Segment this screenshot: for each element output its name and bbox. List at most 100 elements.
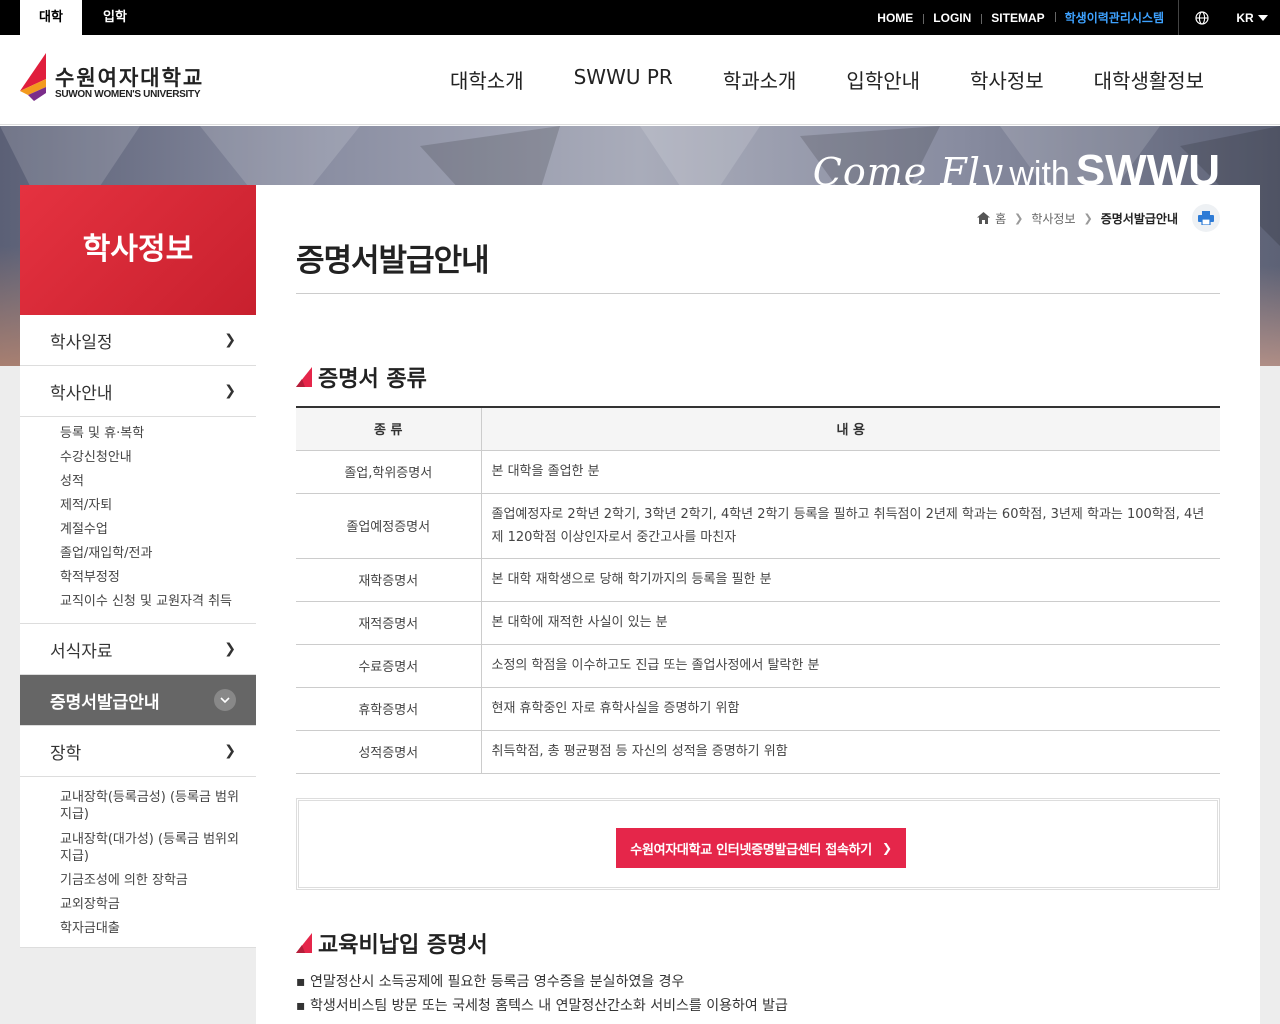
cert-type: 졸업,학위증명서 [296, 450, 482, 494]
submenu-item[interactable]: 교내장학(대가성) (등록금 범위외 지급) [60, 827, 246, 869]
section-mark-icon [296, 933, 312, 953]
university-logo[interactable]: 수원여자대학교 SUWON WOMEN'S UNIVERSITY [20, 53, 210, 103]
submenu-item[interactable]: 학적부정정 [60, 566, 256, 590]
chevron-right-icon: ❯ [224, 743, 236, 759]
cert-type: 성적증명서 [296, 730, 482, 774]
chevron-right-icon: ❯ [881, 841, 892, 855]
list-item: ▪ 연말정산시 소득공제에 필요한 등록금 영수증을 분실하였을 경우 [296, 974, 685, 990]
page-title: 증명서발급안내 [296, 243, 490, 279]
submenu-item[interactable]: 교직이수 신청 및 교원자격 취득 [60, 590, 256, 614]
section-mark-icon [296, 367, 312, 387]
list-item-text: 연말정산시 소득공제에 필요한 등록금 영수증을 분실하였을 경우 [309, 974, 685, 990]
table-header-content: 내 용 [481, 407, 1220, 451]
section-title-certificate-types: 증명서 종류 [296, 361, 427, 393]
sidebar-submenu-scholarship: 교내장학(등록금성) (등록금 범위 지급) 교내장학(대가성) (등록금 범위… [20, 777, 256, 948]
sidebar-item-forms[interactable]: 서식자료 ❯ [20, 624, 256, 675]
tab-admission[interactable]: 입학 [82, 0, 148, 35]
logo-korean-name: 수원여자대학교 [55, 66, 205, 90]
certificate-center-box: 수원여자대학교 인터넷증명발급센터 접속하기 ❯ [296, 798, 1220, 890]
section-title-text: 증명서 종류 [318, 367, 427, 392]
sidebar-menu: 학사일정 ❯ 학사안내 ❯ 등록 및 휴·복학 수강신청안내 성적 제적/자퇴 … [20, 315, 256, 948]
chevron-right-icon: ❯ [1083, 211, 1093, 225]
cert-type: 졸업예정증명서 [296, 493, 482, 559]
chevron-right-icon: ❯ [224, 383, 236, 399]
nav-departments[interactable]: 학과소개 [723, 65, 797, 94]
nav-about[interactable]: 대학소개 [450, 65, 524, 94]
tuition-bullet-list: ▪ 연말정산시 소득공제에 필요한 등록금 영수증을 분실하였을 경우 ▪ 학생… [296, 970, 788, 1018]
cert-type: 재학증명서 [296, 558, 482, 602]
table-row: 성적증명서 취득학점, 총 평균평점 등 자신의 성적을 증명하기 위함 [296, 730, 1220, 774]
logo-english-name: SUWON WOMEN'S UNIVERSITY [55, 89, 201, 100]
table-row: 졸업예정증명서 졸업예정자로 2학년 2학기, 3학년 2학기, 4학년 2학기… [296, 493, 1220, 559]
student-record-system-link[interactable]: 학생이력관리시스템 [1054, 9, 1176, 26]
caret-down-icon [1257, 14, 1268, 21]
main-navigation: 대학소개 SWWU PR 학과소개 입학안내 학사정보 대학생활정보 [425, 65, 1229, 94]
cert-type: 휴학증명서 [296, 687, 482, 731]
nav-admission[interactable]: 입학안내 [846, 65, 920, 94]
top-utility-bar: 대학 입학 HOME LOGIN SITEMAP 학생이력관리시스템 KR [0, 0, 1280, 35]
sidebar-item-label: 학사안내 [50, 383, 113, 404]
submenu-item[interactable]: 성적 [60, 470, 256, 494]
breadcrumb-academic[interactable]: 학사정보 [1031, 210, 1075, 227]
home-link[interactable]: HOME [867, 11, 923, 25]
cert-desc: 졸업예정자로 2학년 2학기, 3학년 2학기, 4학년 2학기 등록을 필하고… [481, 493, 1220, 559]
cert-desc: 취득학점, 총 평균평점 등 자신의 성적을 증명하기 위함 [481, 730, 1220, 774]
submenu-item[interactable]: 졸업/재입학/전과 [60, 542, 256, 566]
cert-desc: 소정의 학점을 이수하고도 진급 또는 졸업사정에서 탈락한 분 [481, 644, 1220, 688]
table-header-type: 종 류 [296, 407, 482, 451]
table-row: 휴학증명서 현재 휴학중인 자로 휴학사실을 증명하기 위함 [296, 687, 1220, 731]
print-icon[interactable] [1192, 204, 1220, 232]
sidebar-item-scholarship[interactable]: 장학 ❯ [20, 726, 256, 777]
title-divider [296, 293, 1220, 294]
table-row: 졸업,학위증명서 본 대학을 졸업한 분 [296, 450, 1220, 494]
chevron-right-icon: ❯ [1014, 211, 1024, 225]
submenu-item[interactable]: 수강신청안내 [60, 446, 256, 470]
submenu-item[interactable]: 학자금대출 [60, 917, 246, 941]
sidebar-item-label: 서식자료 [50, 641, 113, 662]
submenu-item[interactable]: 교내장학(등록금성) (등록금 범위 지급) [60, 785, 246, 827]
nav-pr[interactable]: SWWU PR [574, 65, 673, 94]
breadcrumb-home[interactable]: 홈 [995, 210, 1006, 227]
top-links: HOME LOGIN SITEMAP 학생이력관리시스템 KR [867, 0, 1280, 35]
sidebar-item-label: 증명서발급안내 [50, 692, 160, 713]
sidebar-item-certificate-guide[interactable]: 증명서발급안내 [20, 675, 256, 726]
submenu-item[interactable]: 등록 및 휴·복학 [60, 422, 256, 446]
login-link[interactable]: LOGIN [923, 11, 981, 25]
cert-desc: 본 대학에 재적한 사실이 있는 분 [481, 601, 1220, 645]
chevron-right-icon: ❯ [224, 332, 236, 348]
chevron-right-icon: ❯ [224, 641, 236, 657]
cert-desc: 본 대학을 졸업한 분 [481, 450, 1220, 494]
section-title-tuition-certificate: 교육비납입 증명서 [296, 927, 488, 959]
sitemap-link[interactable]: SITEMAP [981, 11, 1054, 25]
sidebar-item-academic-calendar[interactable]: 학사일정 ❯ [20, 315, 256, 366]
home-icon[interactable] [977, 212, 991, 224]
submenu-item[interactable]: 제적/자퇴 [60, 494, 256, 518]
certificate-table: 종 류 내 용 졸업,학위증명서 본 대학을 졸업한 분 졸업예정증명서 졸업예… [296, 406, 1220, 774]
certificate-center-button[interactable]: 수원여자대학교 인터넷증명발급센터 접속하기 ❯ [616, 828, 906, 868]
submenu-item[interactable]: 계절수업 [60, 518, 256, 542]
submenu-item[interactable]: 교외장학금 [60, 893, 246, 917]
section-title-text: 교육비납입 증명서 [318, 933, 488, 958]
table-row: 재학증명서 본 대학 재학생으로 당해 학기까지의 등록을 필한 분 [296, 558, 1220, 602]
tab-university[interactable]: 대학 [20, 0, 82, 35]
sidebar-submenu-academic-guide: 등록 및 휴·복학 수강신청안내 성적 제적/자퇴 계절수업 졸업/재입학/전과… [20, 417, 256, 624]
site-header: 수원여자대학교 SUWON WOMEN'S UNIVERSITY 대학소개 SW… [0, 35, 1280, 125]
certificate-center-button-label: 수원여자대학교 인터넷증명발급센터 접속하기 [630, 842, 872, 858]
table-row: 재적증명서 본 대학에 재적한 사실이 있는 분 [296, 601, 1220, 645]
nav-academic[interactable]: 학사정보 [970, 65, 1044, 94]
globe-icon[interactable] [1178, 0, 1224, 35]
list-item: ▪ 학생서비스팀 방문 또는 국세청 홈텍스 내 연말정산간소화 서비스를 이용… [296, 998, 788, 1014]
language-selector[interactable]: KR [1224, 11, 1280, 25]
nav-campus-life[interactable]: 대학생활정보 [1094, 65, 1204, 94]
sidebar-title: 학사정보 [20, 185, 256, 315]
sidebar-item-academic-guide[interactable]: 학사안내 ❯ [20, 366, 256, 417]
breadcrumb: 홈 ❯ 학사정보 ❯ 증명서발급안내 [977, 204, 1220, 232]
table-row: 수료증명서 소정의 학점을 이수하고도 진급 또는 졸업사정에서 탈락한 분 [296, 644, 1220, 688]
sidebar-item-label: 학사일정 [50, 332, 113, 353]
cert-desc: 현재 휴학중인 자로 휴학사실을 증명하기 위함 [481, 687, 1220, 731]
logo-mark-icon [20, 53, 46, 101]
main-content: 홈 ❯ 학사정보 ❯ 증명서발급안내 증명서발급안내 증명서 종류 종 류 내 … [256, 185, 1260, 1024]
breadcrumb-current: 증명서발급안내 [1100, 211, 1178, 226]
chevron-down-icon [214, 689, 236, 711]
submenu-item[interactable]: 기금조성에 의한 장학금 [60, 869, 246, 893]
